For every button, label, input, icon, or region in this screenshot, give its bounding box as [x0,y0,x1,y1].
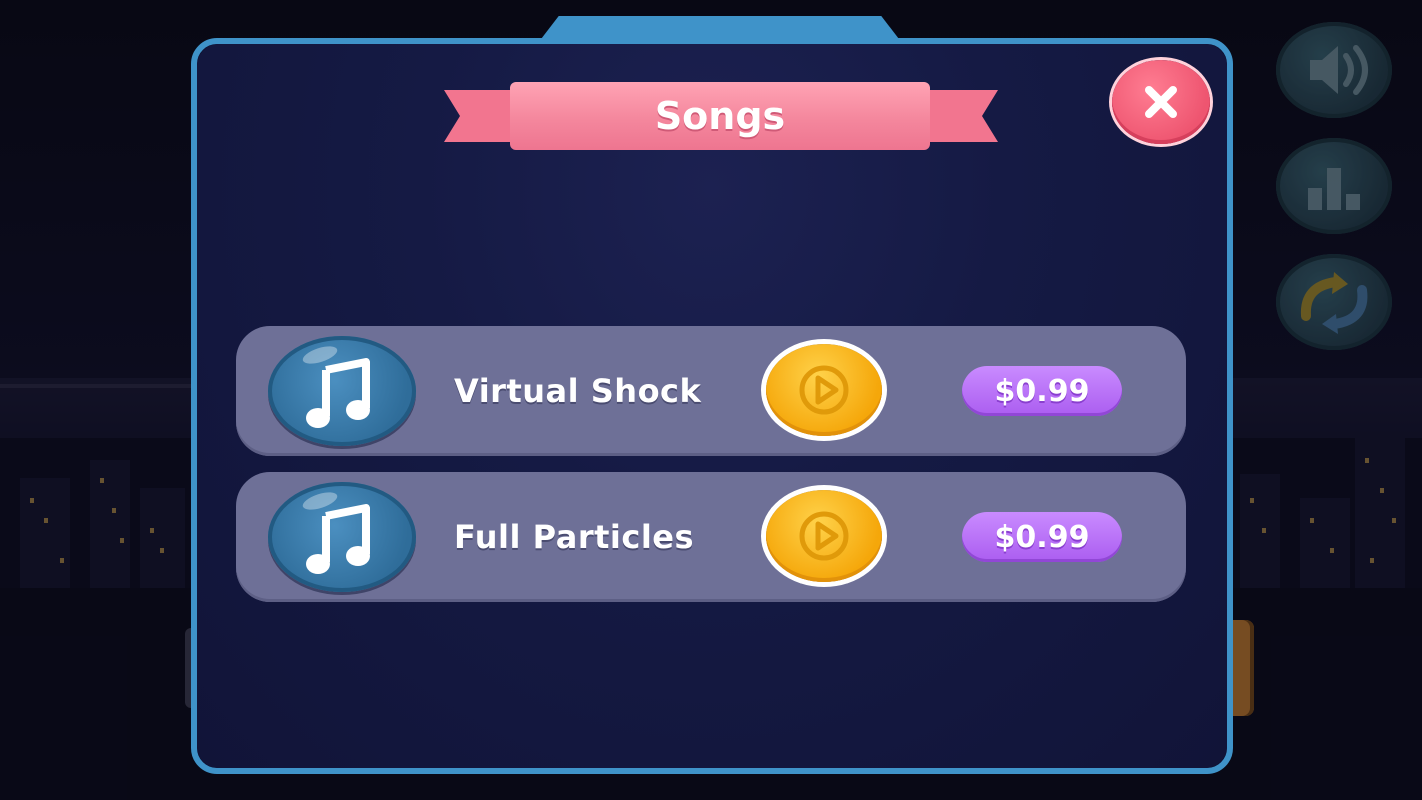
price-label: $0.99 [994,373,1090,409]
play-icon [799,365,849,415]
song-title: Virtual Shock [454,372,702,410]
dialog-title: Songs [654,94,786,138]
buy-button[interactable]: $0.99 [962,512,1122,562]
play-preview-button[interactable] [766,490,882,582]
song-row: Full Particles $0.99 [236,472,1186,602]
close-icon [1145,86,1177,118]
music-note-icon [306,358,370,428]
song-icon-button[interactable] [268,336,416,446]
play-preview-button[interactable] [766,344,882,436]
close-button[interactable] [1112,60,1210,144]
price-label: $0.99 [994,519,1090,555]
title-ribbon: Songs [510,82,930,150]
play-icon [799,511,849,561]
buy-button[interactable]: $0.99 [962,366,1122,416]
song-icon-button[interactable] [268,482,416,592]
song-row: Virtual Shock $0.99 [236,326,1186,456]
song-title: Full Particles [454,518,695,556]
music-note-icon [306,504,370,574]
